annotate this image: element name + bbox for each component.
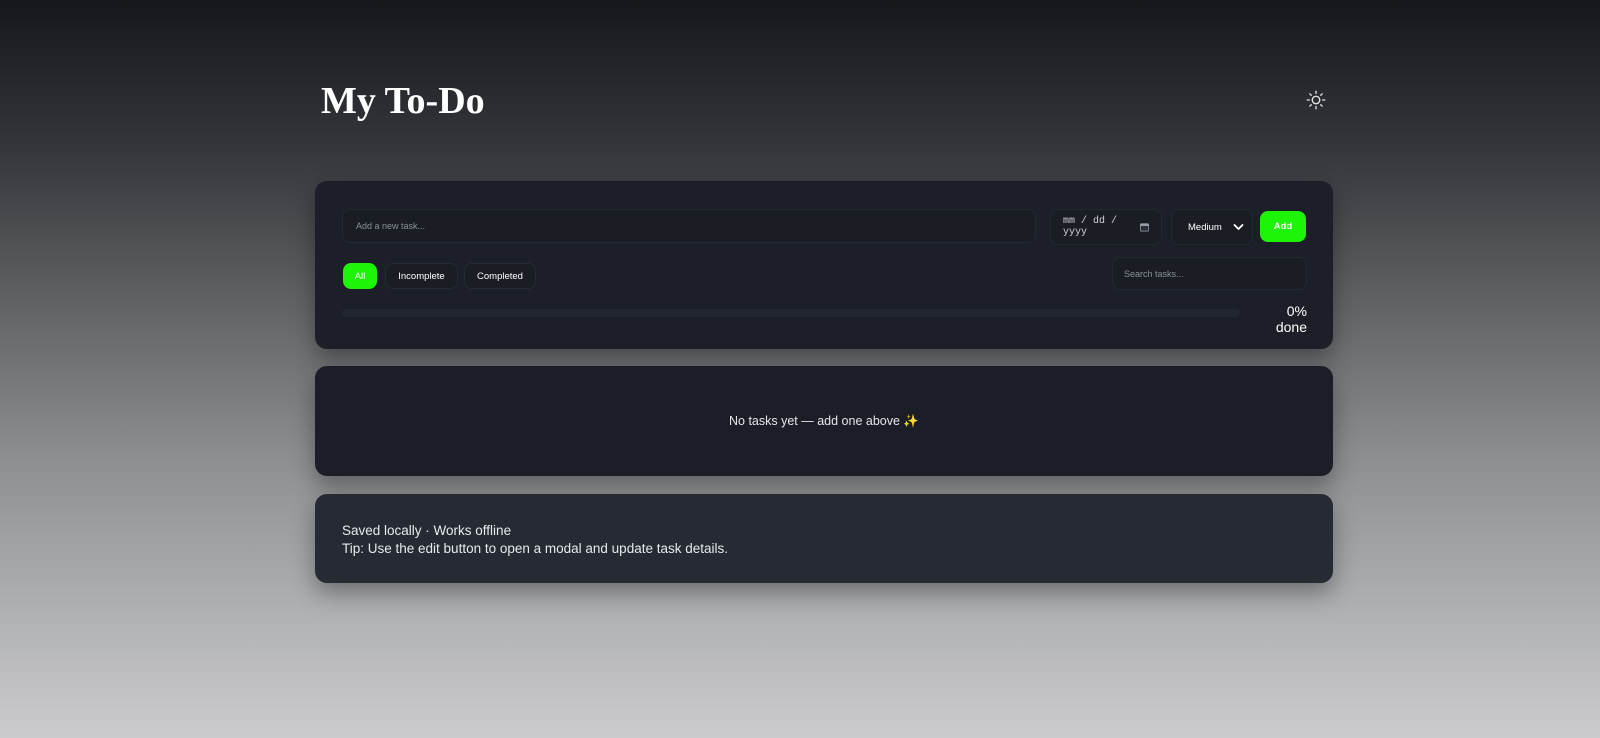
new-task-input[interactable]: Add a new task... [342, 209, 1036, 243]
page-title: My To-Do [321, 80, 485, 122]
progress-bar [342, 309, 1240, 317]
empty-state-message: No tasks yet — add one above ✨ [729, 413, 919, 428]
progress-label: 0% done [1275, 303, 1307, 335]
footer-tip-text: Tip: Use the edit button to open a modal… [342, 541, 729, 556]
due-date-placeholder: mm / dd / yyyy [1063, 216, 1118, 238]
search-input[interactable]: Search tasks... [1112, 257, 1307, 290]
filter-incomplete-button[interactable]: Incomplete [385, 263, 458, 289]
task-list-card: No tasks yet — add one above ✨ [315, 366, 1333, 476]
filter-all-button[interactable]: All [343, 263, 377, 289]
due-date-input[interactable]: mm / dd / yyyy [1050, 209, 1162, 245]
filter-completed-button[interactable]: Completed [464, 263, 536, 289]
sun-icon [1306, 90, 1326, 110]
task-controls-card: Add a new task... mm / dd / yyyy Medium … [315, 181, 1333, 349]
new-task-placeholder: Add a new task... [356, 221, 426, 231]
chevron-down-icon [1233, 224, 1244, 230]
footer-status-text: Saved locally · Works offline [342, 523, 512, 538]
calendar-icon[interactable] [1139, 222, 1149, 232]
priority-selected-value: Medium [1188, 221, 1222, 233]
theme-toggle-button[interactable] [1304, 88, 1328, 112]
search-placeholder: Search tasks... [1124, 268, 1184, 279]
add-task-button[interactable]: Add [1260, 211, 1306, 242]
priority-select[interactable]: Medium [1171, 209, 1253, 245]
footer-card: Saved locally · Works offline Tip: Use t… [315, 494, 1333, 583]
